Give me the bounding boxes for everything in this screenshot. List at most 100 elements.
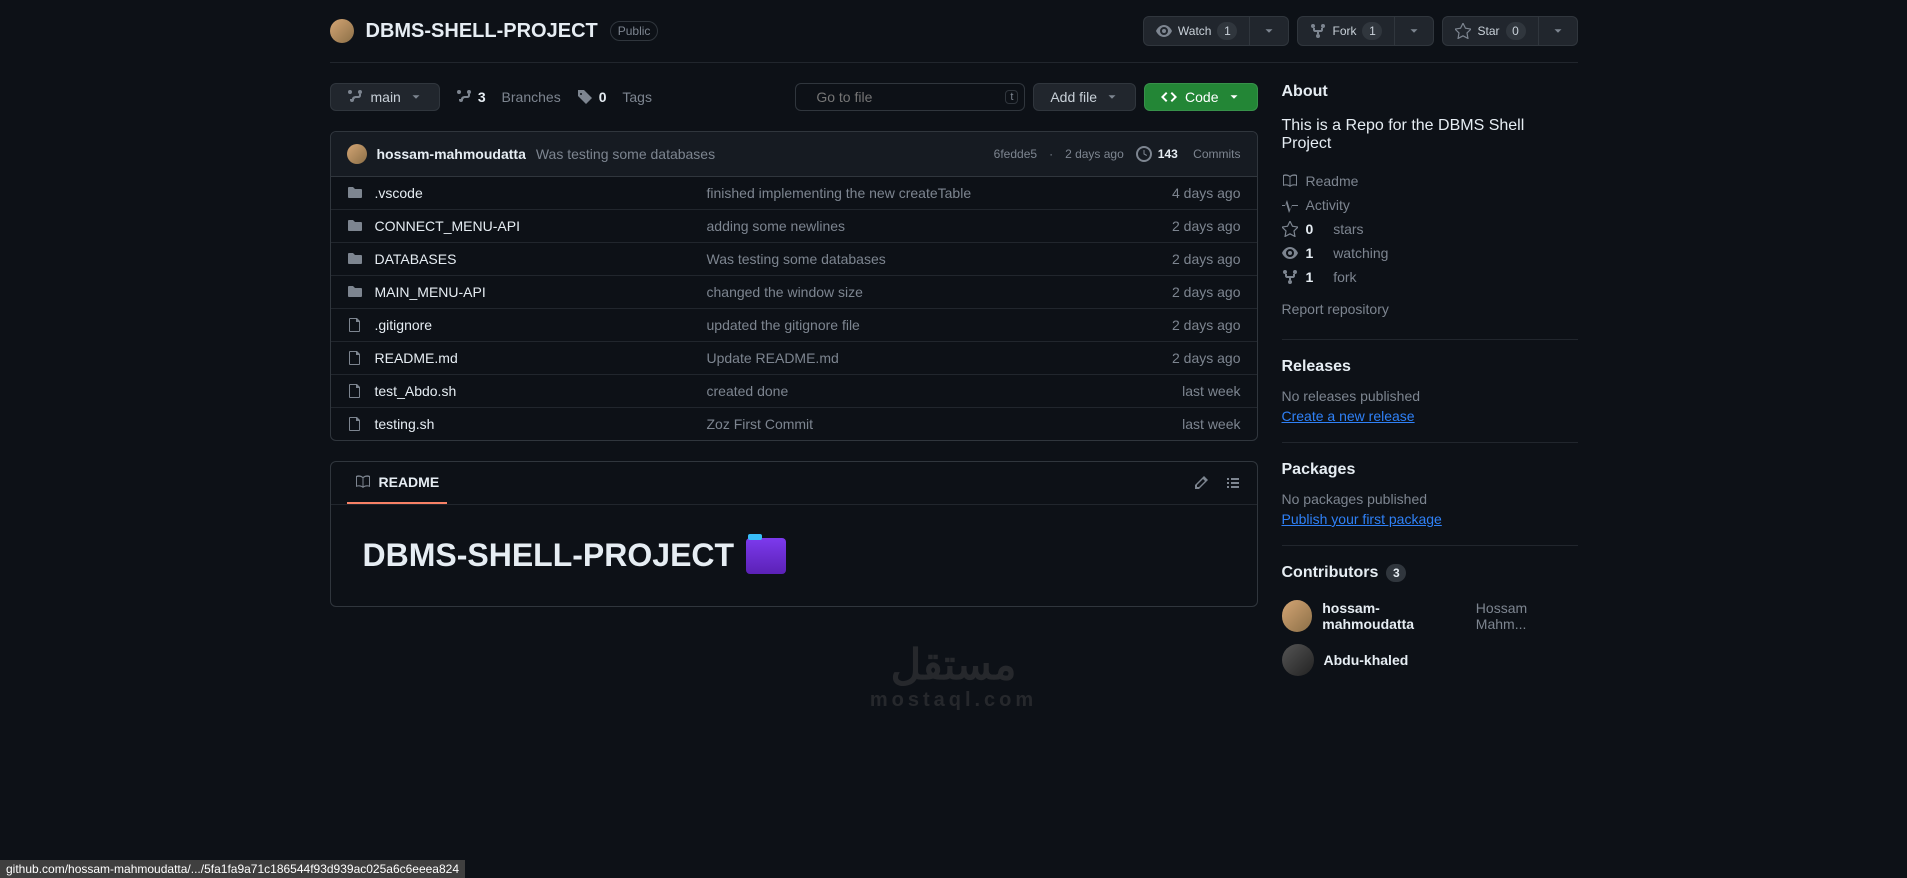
file-commit-msg[interactable]: updated the gitignore file [707,317,1121,333]
about-readme-link[interactable]: Readme [1282,169,1578,193]
file-date: 2 days ago [1121,350,1241,366]
branch-name: main [371,89,401,105]
fork-icon [1310,23,1326,39]
contributor-row[interactable]: Abdu-khaled [1282,638,1578,682]
file-row[interactable]: DATABASES Was testing some databases 2 d… [331,243,1257,276]
file-search-input[interactable] [816,89,997,105]
file-commit-msg[interactable]: changed the window size [707,284,1121,300]
folder-icon [347,185,363,201]
packages-heading[interactable]: Packages [1282,461,1578,479]
caret-down-icon [1105,90,1119,104]
code-button[interactable]: Code [1144,83,1257,111]
tags-link[interactable]: 0 Tags [577,89,652,105]
file-name[interactable]: CONNECT_MENU-API [375,218,520,234]
file-commit-msg[interactable]: finished implementing the new createTabl… [707,185,1121,201]
readme-box: README DBMS-SHELL-PROJECT [330,461,1258,607]
star-dropdown[interactable] [1539,16,1578,46]
about-section: About This is a Repo for the DBMS Shell … [1282,63,1578,339]
folder-emoji-icon [746,538,786,574]
file-row[interactable]: testing.sh Zoz First Commit last week [331,408,1257,440]
star-count: 0 [1506,22,1526,40]
file-search[interactable]: t [795,83,1025,111]
file-date: 2 days ago [1121,251,1241,267]
file-name[interactable]: DATABASES [375,251,457,267]
releases-heading[interactable]: Releases [1282,358,1578,376]
file-name[interactable]: MAIN_MENU-API [375,284,486,300]
branch-icon [456,89,472,105]
owner-avatar[interactable] [330,19,354,43]
fork-dropdown[interactable] [1395,16,1434,46]
code-icon [1161,89,1177,105]
commit-message[interactable]: Was testing some databases [536,146,715,162]
folder-icon [347,284,363,300]
file-date: 2 days ago [1121,317,1241,333]
commit-sha[interactable]: 6fedde5 [994,147,1037,161]
fork-button[interactable]: Fork 1 [1297,16,1395,46]
about-watching-link[interactable]: 1 watching [1282,241,1578,265]
file-row[interactable]: .gitignore updated the gitignore file 2 … [331,309,1257,342]
commits-link[interactable]: 143 Commits [1136,146,1241,162]
contributor-login[interactable]: hossam-mahmoudatta [1322,600,1466,632]
list-icon[interactable] [1225,475,1241,491]
repo-name[interactable]: DBMS-SHELL-PROJECT [366,20,598,43]
packages-section: Packages No packages published Publish y… [1282,442,1578,545]
contributor-avatar[interactable] [1282,600,1313,632]
file-name[interactable]: README.md [375,350,458,366]
file-name[interactable]: .vscode [375,185,423,201]
file-name[interactable]: testing.sh [375,416,435,432]
about-activity-link[interactable]: Activity [1282,193,1578,217]
star-button[interactable]: Star 0 [1442,16,1538,46]
browser-statusbar: github.com/hossam-mahmoudatta/.../5fa1fa… [0,860,465,878]
last-commit-row: hossam-mahmoudatta Was testing some data… [331,132,1257,177]
file-row[interactable]: CONNECT_MENU-API adding some newlines 2 … [331,210,1257,243]
file-commit-msg[interactable]: Zoz First Commit [707,416,1121,432]
file-commit-msg[interactable]: adding some newlines [707,218,1121,234]
file-icon [347,350,363,366]
pencil-icon[interactable] [1193,475,1209,491]
about-forks-link[interactable]: 1 fork [1282,265,1578,289]
file-row[interactable]: .vscode finished implementing the new cr… [331,177,1257,210]
commit-author[interactable]: hossam-mahmoudatta [377,146,526,162]
watch-dropdown[interactable] [1250,16,1289,46]
file-commit-msg[interactable]: Update README.md [707,350,1121,366]
contributors-section: Contributors 3 hossam-mahmoudatta Hossam… [1282,545,1578,700]
about-description: This is a Repo for the DBMS Shell Projec… [1282,117,1578,153]
readme-tab[interactable]: README [347,462,448,504]
file-date: last week [1121,416,1241,432]
caret-down-icon [1551,24,1565,38]
file-row[interactable]: test_Abdo.sh created done last week [331,375,1257,408]
contributor-row[interactable]: hossam-mahmoudatta Hossam Mahm... [1282,594,1578,638]
packages-none: No packages published [1282,491,1578,507]
about-report-link[interactable]: Report repository [1282,297,1578,321]
file-row[interactable]: MAIN_MENU-API changed the window size 2 … [331,276,1257,309]
file-row[interactable]: README.md Update README.md 2 days ago [331,342,1257,375]
file-commit-msg[interactable]: Was testing some databases [707,251,1121,267]
branches-link[interactable]: 3 Branches [456,89,561,105]
releases-create-link[interactable]: Create a new release [1282,408,1415,424]
book-icon [1282,173,1298,189]
eye-icon [1282,245,1298,261]
branch-selector[interactable]: main [330,83,440,111]
watch-button[interactable]: Watch 1 [1143,16,1251,46]
caret-down-icon [1407,24,1421,38]
file-icon [347,317,363,333]
file-icon [347,383,363,399]
caret-down-icon [1227,90,1241,104]
contributors-count: 3 [1386,564,1406,582]
about-stars-link[interactable]: 0 stars [1282,217,1578,241]
packages-publish-link[interactable]: Publish your first package [1282,511,1442,527]
commit-author-avatar[interactable] [347,144,367,164]
branch-icon [347,89,363,105]
fork-label: Fork [1332,24,1356,38]
search-kbd: t [1005,90,1018,104]
file-name[interactable]: test_Abdo.sh [375,383,457,399]
contributors-heading[interactable]: Contributors 3 [1282,564,1578,582]
fork-count: 1 [1362,22,1382,40]
folder-icon [347,218,363,234]
file-name[interactable]: .gitignore [375,317,433,333]
file-commit-msg[interactable]: created done [707,383,1121,399]
contributor-login[interactable]: Abdu-khaled [1324,652,1409,668]
contributor-avatar[interactable] [1282,644,1314,676]
star-label: Star [1477,24,1499,38]
add-file-button[interactable]: Add file [1033,83,1136,111]
